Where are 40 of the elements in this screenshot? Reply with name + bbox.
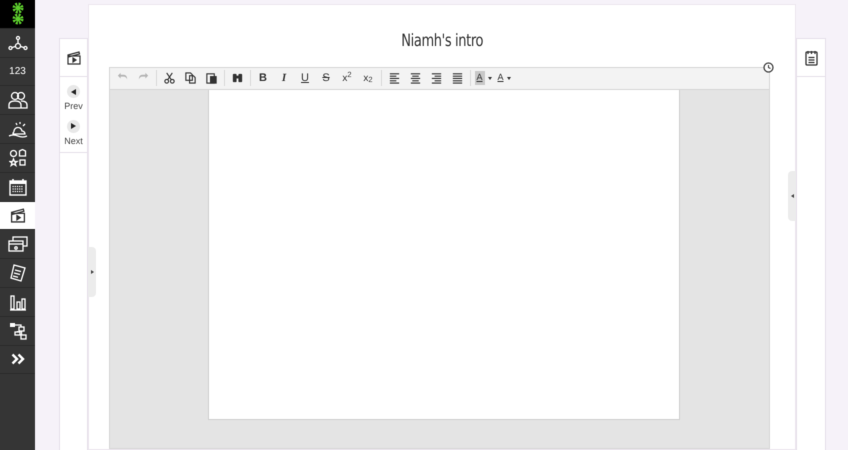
collapse-handle[interactable] [88,247,96,297]
background-color-button[interactable]: A [472,69,494,87]
network-icon [8,34,28,51]
strikethrough-button[interactable]: S [316,69,336,87]
align-left-icon [388,71,400,85]
bold-button[interactable]: B [252,69,274,87]
text-color-button[interactable]: A [494,69,515,87]
weather-icon [8,120,28,138]
double-chevron-icon [10,353,24,366]
collapse-handle[interactable] [788,171,796,221]
clock-icon[interactable] [762,62,774,72]
bar-chart-icon [8,292,26,311]
gear-icon [10,2,26,26]
justify-icon [450,71,464,85]
superscript-button[interactable]: x$^{2}$ [336,69,358,87]
notes-icon [8,264,26,282]
shapes-icon [8,148,26,167]
clapperboard-icon [8,207,26,224]
binoculars-icon [230,71,244,85]
sidebar-item[interactable] [0,202,35,230]
underline-button[interactable]: U [294,69,316,87]
clipboard-icon [204,71,218,85]
prev-button[interactable]: Prev [64,85,83,114]
cards-icon [8,236,28,252]
notepad-icon[interactable] [804,50,818,66]
copy-icon [184,71,196,85]
next-button[interactable]: Next [64,120,83,148]
subscript-button[interactable]: x$_{2}$ [358,69,378,87]
clapperboard-icon[interactable] [66,50,82,65]
people-icon [8,91,28,110]
align-center-icon [408,71,422,85]
calendar-icon [8,178,26,196]
tree-icon [8,322,26,340]
caret-icon [488,76,492,80]
document-title: Niamh's intro [401,30,483,53]
align-right-icon [430,71,442,85]
caret-icon [506,76,511,80]
scissors-icon [162,71,176,85]
sidebar-item[interactable] [0,0,35,29]
italic-button[interactable]: I [274,69,294,87]
